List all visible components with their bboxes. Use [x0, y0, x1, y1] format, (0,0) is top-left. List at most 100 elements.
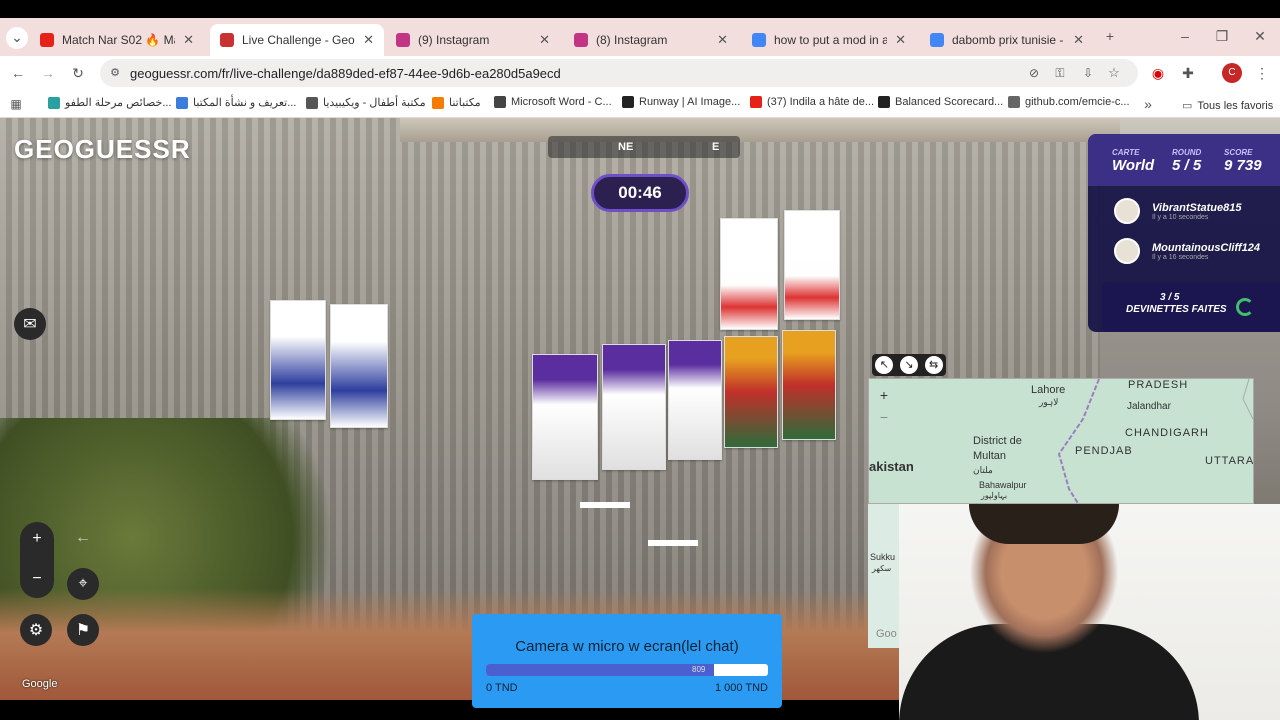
map-borders — [1057, 379, 1253, 503]
player-name: MountainousCliff124 — [1152, 241, 1260, 254]
reload-icon[interactable]: ↻ — [68, 63, 88, 83]
return-to-start-icon[interactable]: ⌖ — [67, 568, 99, 600]
tab-5[interactable]: how to put a mod in a kick ✕ — [742, 24, 916, 56]
profile-avatar[interactable]: C — [1222, 63, 1242, 83]
chat-icon[interactable]: ✉ — [14, 308, 46, 340]
instagram-icon — [574, 33, 588, 47]
tab-close-icon[interactable]: ✕ — [539, 32, 550, 48]
guess-map[interactable]: + − Lahore لاہور PRADESH Jalandhar CHAND… — [868, 378, 1254, 504]
back-icon[interactable]: ← — [8, 63, 28, 83]
map-label-pradesh: PRADESH — [1128, 379, 1189, 391]
round-timer: 00:46 — [591, 174, 689, 212]
movement-arrow[interactable] — [648, 540, 698, 546]
map-label: CARTE — [1112, 148, 1140, 157]
map-label-pakistan: akistan — [869, 459, 914, 474]
bookmark-item[interactable]: Microsoft Word - C... — [494, 96, 612, 108]
extension-opera-icon[interactable]: ◉ — [1148, 63, 1168, 83]
forward-icon[interactable]: → — [38, 63, 58, 83]
guesses-count: 3 / 5 — [1160, 292, 1180, 303]
player-entry: MountainousCliff124 Il y a 16 secondes — [1114, 238, 1260, 264]
bookmark-favicon-icon — [494, 96, 506, 108]
tab-close-icon[interactable]: ✕ — [717, 32, 728, 48]
menu-dots-icon[interactable]: ⋮ — [1252, 63, 1272, 83]
apps-grid-icon[interactable]: ▦ — [6, 94, 26, 114]
guesses-made: 3 / 5 DEVINETTES FAITES — [1102, 282, 1280, 332]
bookmark-item[interactable]: (37) Indila a hâte de... — [750, 96, 874, 108]
address-bar[interactable]: ⚙ geoguessr.com/fr/live-challenge/da889d… — [100, 59, 1138, 87]
close-window-icon[interactable]: ✕ — [1250, 26, 1270, 46]
bookmark-item[interactable]: Runway | AI Image... — [622, 96, 740, 108]
tab-1[interactable]: Match Nar S02 🔥 Marwa ✕ — [30, 24, 204, 56]
map-label-pendjab: PENDJAB — [1075, 445, 1133, 457]
tracking-off-icon[interactable]: ⊘ — [1026, 63, 1042, 83]
bookmark-label: مكتبة أطفال - ويكيبيديا — [323, 97, 426, 109]
donation-max: 1 000 TND — [715, 682, 768, 694]
tab-3[interactable]: (9) Instagram ✕ — [386, 24, 560, 56]
game-summary: CARTE World ROUND 5 / 5 SCORE 9 739 — [1088, 134, 1280, 186]
shrink-map-icon[interactable]: ↘ — [899, 356, 918, 374]
poster — [330, 304, 388, 428]
more-bookmarks-icon[interactable]: » — [1140, 94, 1156, 114]
settings-gear-icon[interactable]: ⚙ — [20, 614, 52, 646]
donation-goal-widget: Camera w micro w ecran(lel chat) 809 0 T… — [472, 614, 782, 708]
zoom-in-icon[interactable]: + — [21, 523, 53, 555]
tab-close-icon[interactable]: ✕ — [363, 32, 374, 48]
donation-progress-bar — [486, 664, 768, 676]
poster — [668, 340, 722, 460]
poster — [782, 330, 836, 440]
bookmark-item[interactable]: github.com/emcie-c... — [1008, 96, 1130, 108]
tab-4[interactable]: (8) Instagram ✕ — [564, 24, 738, 56]
bookmark-item[interactable]: خصائص مرحلة الطفو... — [48, 96, 172, 109]
bookmark-item[interactable]: Balanced Scorecard... — [878, 96, 1003, 108]
install-icon[interactable]: ⇩ — [1080, 63, 1096, 83]
new-tab-icon[interactable]: + — [1100, 26, 1120, 46]
round-value: 5 / 5 — [1172, 157, 1202, 174]
tab-6[interactable]: dabomb prix tunisie - Rech ✕ — [920, 24, 1094, 56]
google-icon — [752, 33, 766, 47]
geoguessr-logo[interactable]: GEOGUESSR — [14, 134, 191, 165]
bookmark-label: Microsoft Word - C... — [511, 96, 612, 108]
donation-current: 809 — [692, 665, 706, 674]
tab-2[interactable]: Live Challenge - GeoG ✕ — [210, 24, 384, 56]
url-text: geoguessr.com/fr/live-challenge/da889ded… — [130, 65, 561, 81]
player-name: VibrantStatue815 — [1152, 201, 1242, 214]
bookmark-star-icon[interactable]: ☆ — [1106, 63, 1122, 83]
minimize-icon[interactable]: – — [1175, 26, 1195, 46]
score-value: 9 739 — [1224, 157, 1262, 174]
bookmark-item[interactable]: تعريف و نشأة المكتبا... — [176, 96, 296, 109]
poster — [724, 336, 778, 448]
player-time: Il y a 10 secondes — [1152, 213, 1209, 221]
tab-search-icon[interactable]: ⌄ — [6, 27, 28, 49]
player-avatar — [1114, 198, 1140, 224]
bookmarks-bar: ▦ خصائص مرحلة الطفو... تعريف و نشأة المكت… — [0, 90, 1280, 118]
bookmark-label: مكتباتنا — [449, 97, 481, 109]
bookmark-item[interactable]: مكتباتنا — [432, 96, 481, 109]
bookmark-label: (37) Indila a hâte de... — [767, 96, 875, 108]
map-lower-strip[interactable]: Sukku سکھر Goo — [868, 504, 900, 648]
site-info-icon[interactable]: ⚙ — [108, 63, 122, 83]
movement-arrow[interactable] — [580, 502, 630, 508]
bookmark-label: github.com/emcie-c... — [1025, 96, 1130, 108]
bookmark-favicon-icon — [306, 96, 318, 109]
donation-progress-fill — [486, 664, 715, 676]
pin-map-icon[interactable]: ⇆ — [924, 356, 943, 374]
undo-move-icon[interactable]: ← — [67, 522, 99, 554]
google-icon — [930, 33, 944, 47]
player-time: Il y a 16 secondes — [1152, 253, 1209, 261]
tab-close-icon[interactable]: ✕ — [183, 32, 194, 48]
bookmark-item[interactable]: مكتبة أطفال - ويكيبيديا — [306, 96, 426, 109]
zoom-out-icon[interactable]: − — [21, 563, 53, 595]
maximize-icon[interactable]: ❐ — [1212, 26, 1232, 46]
enlarge-map-icon[interactable]: ↖ — [875, 356, 894, 374]
tab-label: Match Nar S02 🔥 Marwa — [62, 33, 175, 47]
all-bookmarks[interactable]: ▭ Tous les favoris — [1182, 96, 1273, 116]
folder-icon: ▭ — [1182, 100, 1193, 112]
round-label: ROUND — [1172, 148, 1202, 157]
loading-spinner-icon — [1236, 298, 1254, 316]
tab-close-icon[interactable]: ✕ — [1073, 32, 1084, 48]
map-label-lahore: Lahore — [1031, 384, 1066, 396]
extensions-puzzle-icon[interactable]: ✚ — [1178, 63, 1198, 83]
flag-checkpoint-icon[interactable]: ⚑ — [67, 614, 99, 646]
tab-close-icon[interactable]: ✕ — [895, 32, 906, 48]
password-key-icon[interactable]: ⚿ — [1052, 63, 1068, 83]
